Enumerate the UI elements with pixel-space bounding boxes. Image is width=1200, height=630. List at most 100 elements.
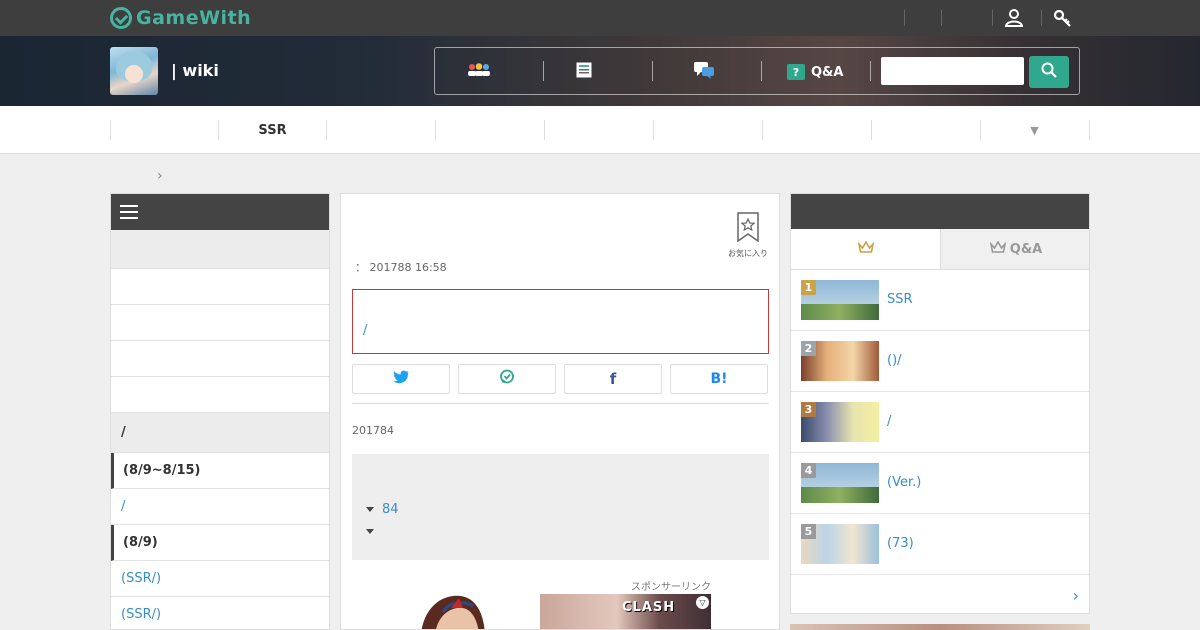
toc-item[interactable] — [366, 529, 382, 534]
nav-qa[interactable]: ? Q&A — [787, 60, 843, 84]
tab-ssr[interactable]: SSR — [218, 106, 327, 154]
notice-link[interactable]: / — [363, 323, 367, 338]
share-facebook-button[interactable]: f — [564, 364, 662, 394]
share-twitter-button[interactable] — [352, 364, 450, 394]
search-icon — [1041, 62, 1057, 82]
ranking-tabs: Q&A — [791, 229, 1089, 270]
nav-board[interactable] — [693, 60, 715, 84]
nav-articles[interactable] — [576, 60, 592, 84]
ad-image-banner[interactable]: CLASH ▽ — [540, 594, 711, 629]
ranking-header — [791, 194, 1089, 229]
ranking-thumbnail: 4 — [801, 463, 879, 503]
menu-icon[interactable] — [120, 205, 138, 219]
gamewith-logo[interactable]: GameWith — [110, 6, 251, 30]
header-nav: ? Q&A — [434, 47, 1080, 95]
toc-item[interactable]: 84 — [366, 502, 399, 517]
sidebar-item[interactable] — [111, 377, 329, 413]
search-input[interactable] — [881, 57, 1024, 85]
tab-article-ranking[interactable] — [791, 229, 941, 269]
tab-7[interactable] — [762, 106, 871, 154]
sidebar-item[interactable] — [111, 230, 329, 269]
tab-1[interactable] — [110, 106, 219, 154]
ranking-item-label: (Ver.) — [887, 475, 922, 490]
right-ad-banner[interactable] — [790, 624, 1090, 630]
crown-icon — [857, 240, 875, 257]
ad-image-character[interactable] — [413, 594, 513, 629]
sidebar-item-event[interactable]: (8/9) — [111, 525, 329, 561]
qa-icon: ? — [787, 64, 805, 80]
category-tab-bar: SSR ▼ — [0, 106, 1200, 154]
nav-members[interactable] — [467, 60, 491, 84]
article-divider — [352, 403, 769, 404]
ranking-item[interactable]: 5 (73) — [791, 514, 1089, 575]
left-sidebar: / (8/9~8/15) / (8/9) (SSR/) (SSR/) — [110, 193, 330, 630]
key-icon[interactable] — [1053, 8, 1073, 28]
ranking-panel: Q&A 1 SSR 2 ()/ 3 / 4 (Ver.) 5 (73) › — [790, 193, 1090, 614]
user-icon[interactable] — [1004, 8, 1024, 28]
triangle-down-icon — [366, 507, 374, 512]
ranking-more-chevron-icon[interactable]: › — [1073, 586, 1079, 605]
ranking-item-label: SSR — [887, 292, 913, 307]
sidebar-item[interactable] — [111, 305, 329, 341]
ranking-item-label: (73) — [887, 536, 914, 551]
ranking-item[interactable]: 1 SSR — [791, 270, 1089, 331]
sidebar-item[interactable] — [111, 269, 329, 305]
top-divider — [904, 10, 905, 26]
breadcrumb-chevron-icon: › — [157, 168, 163, 184]
ad-info-icon[interactable]: ▽ — [696, 596, 709, 609]
sidebar-item[interactable]: (SSR/) — [111, 597, 329, 629]
triangle-down-icon — [366, 529, 374, 534]
top-divider — [941, 10, 942, 26]
nav-divider — [652, 61, 653, 81]
site-title[interactable]: | wiki — [171, 61, 219, 80]
list-icon — [576, 62, 592, 82]
article: お気に入り ： 201788 16:58 / f B! 201784 84 スポ… — [340, 193, 780, 630]
nav-divider — [761, 61, 762, 81]
game-avatar[interactable] — [110, 47, 158, 95]
ranking-item[interactable]: 4 (Ver.) — [791, 453, 1089, 514]
rank-badge: 1 — [801, 280, 816, 295]
facebook-icon: f — [609, 370, 617, 388]
nav-divider — [543, 61, 544, 81]
hatena-icon: B! — [710, 371, 728, 387]
tab-8[interactable] — [871, 106, 980, 154]
sidebar-item[interactable] — [111, 341, 329, 377]
top-divider — [992, 10, 993, 26]
favorite-label: お気に入り — [728, 249, 768, 258]
search-button[interactable] — [1029, 56, 1069, 88]
top-bar: GameWith — [0, 0, 1200, 36]
rank-badge: 3 — [801, 402, 816, 417]
tab-qa-ranking[interactable]: Q&A — [940, 229, 1089, 269]
table-of-contents: 84 — [352, 454, 769, 560]
ranking-thumbnail: 5 — [801, 524, 879, 564]
sidebar-item[interactable]: / — [111, 489, 329, 525]
sidebar-item[interactable]: (SSR/) — [111, 561, 329, 597]
tab-more-dropdown[interactable]: ▼ — [980, 106, 1089, 154]
ranking-item-label: ()/ — [887, 353, 902, 368]
tab-5[interactable] — [544, 106, 653, 154]
tab-4[interactable] — [435, 106, 544, 154]
logo-text: GameWith — [136, 7, 252, 29]
rank-badge: 5 — [801, 524, 816, 539]
tab-3[interactable] — [326, 106, 435, 154]
chat-icon — [693, 61, 715, 83]
share-line-button[interactable] — [458, 364, 556, 394]
ranking-item[interactable]: 3 / — [791, 392, 1089, 453]
favorite-button[interactable]: お気に入り — [726, 212, 770, 259]
notice-box: / — [352, 289, 769, 354]
top-divider — [1041, 10, 1042, 26]
rank-badge: 4 — [801, 463, 816, 478]
ranking-thumbnail: 3 — [801, 402, 879, 442]
published-date: 201784 — [352, 424, 394, 437]
nav-divider — [870, 61, 871, 81]
sponsor-label: スポンサーリンク — [631, 582, 711, 593]
tab-divider — [1089, 120, 1090, 140]
sidebar-item-event[interactable]: (8/9~8/15) — [111, 453, 329, 489]
share-hatena-button[interactable]: B! — [670, 364, 768, 394]
ranking-item-label: / — [887, 414, 892, 429]
ranking-item[interactable]: 2 ()/ — [791, 331, 1089, 392]
logo-mark-icon — [110, 7, 132, 29]
sidebar-section-heading: / — [111, 413, 329, 453]
tab-6[interactable] — [653, 106, 762, 154]
ranking-thumbnail: 2 — [801, 341, 879, 381]
